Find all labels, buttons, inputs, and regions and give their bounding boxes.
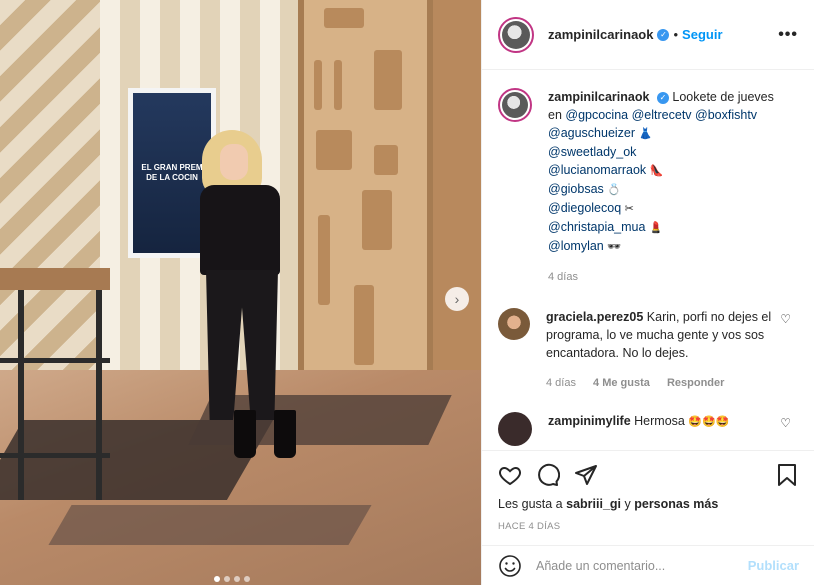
shelf-utensil bbox=[318, 215, 330, 305]
mention-link[interactable]: @lucianomarraok bbox=[548, 163, 646, 177]
post-image[interactable]: EL GRAN PREM DE LA COCIN › bbox=[0, 0, 481, 585]
floor-pattern bbox=[48, 505, 372, 545]
like-comment-heart-icon[interactable]: ♡ bbox=[780, 312, 791, 326]
header-username[interactable]: zampinilcarinaok bbox=[548, 27, 653, 42]
sunglasses-emoji: 🕶 bbox=[607, 240, 622, 253]
caption: zampinilcarinaok ✓ Lookete de jueves en … bbox=[498, 88, 799, 286]
carousel-dot bbox=[214, 576, 220, 582]
heart-icon[interactable] bbox=[498, 463, 522, 487]
studio-table bbox=[0, 268, 110, 508]
ring-emoji: 💍 bbox=[607, 183, 621, 196]
shelf-kettle bbox=[374, 50, 402, 110]
mention-link[interactable]: @gpcocina bbox=[565, 108, 628, 122]
scissors-emoji: ✂ bbox=[624, 202, 634, 215]
shelf-pot bbox=[324, 8, 364, 28]
mention-link[interactable]: @christapia_mua bbox=[548, 220, 645, 234]
shelf-spoon bbox=[354, 285, 374, 365]
chevron-right-icon: › bbox=[454, 291, 460, 307]
publish-button[interactable]: Publicar bbox=[748, 558, 799, 573]
follow-button[interactable]: Seguir bbox=[682, 27, 722, 42]
shelf-glass bbox=[334, 60, 342, 110]
avatar[interactable] bbox=[498, 308, 530, 340]
emoji-picker-icon[interactable] bbox=[498, 554, 522, 578]
lipstick-emoji: 💄 bbox=[648, 221, 663, 234]
caption-username[interactable]: zampinilcarinaok bbox=[548, 90, 649, 104]
caption-time[interactable]: 4 días bbox=[548, 271, 578, 283]
mention-link[interactable]: @eltrecetv bbox=[632, 108, 692, 122]
comments-list[interactable]: zampinilcarinaok ✓ Lookete de jueves en … bbox=[482, 70, 814, 450]
comment-icon[interactable] bbox=[536, 463, 560, 487]
person-figure bbox=[190, 130, 300, 470]
comment-username[interactable]: zampinimylife bbox=[548, 414, 631, 428]
mention-link[interactable]: @giobsas bbox=[548, 182, 604, 196]
add-comment-bar: Publicar bbox=[482, 545, 814, 585]
avatar[interactable] bbox=[498, 88, 532, 122]
carousel-indicator bbox=[214, 576, 250, 582]
shelf-glass bbox=[314, 60, 322, 110]
verified-icon: ✓ bbox=[657, 28, 670, 41]
like-comment-heart-icon[interactable]: ♡ bbox=[780, 416, 791, 430]
dress-emoji: 👗 bbox=[638, 127, 653, 140]
likes-summary: Les gusta a sabriii_gi y personas más bbox=[498, 497, 799, 511]
share-icon[interactable] bbox=[574, 463, 598, 487]
shelf-bag bbox=[316, 130, 352, 170]
comment-time[interactable]: 4 días bbox=[546, 377, 576, 389]
more-options-icon[interactable]: ••• bbox=[778, 26, 798, 44]
shelf-mitten bbox=[362, 190, 392, 250]
mention-link[interactable]: @diegolecoq bbox=[548, 201, 621, 215]
verified-icon: ✓ bbox=[656, 91, 669, 104]
comment-item: zampinimylife Hermosa 🤩🤩🤩 ♡ bbox=[498, 412, 799, 446]
avatar[interactable] bbox=[498, 16, 534, 53]
post-actions: Les gusta a sabriii_gi y personas más HA… bbox=[482, 450, 814, 532]
separator-dot: • bbox=[673, 27, 679, 42]
mention-link[interactable]: @lomylan bbox=[548, 239, 604, 253]
heel-emoji: 👠 bbox=[649, 164, 664, 177]
kitchen-shelf-wall bbox=[298, 0, 433, 395]
caption-meta: 4 días bbox=[548, 268, 778, 286]
comment-username[interactable]: graciela.perez05 bbox=[546, 310, 643, 324]
carousel-dot bbox=[244, 576, 250, 582]
comment-likes[interactable]: 4 Me gusta bbox=[593, 377, 650, 389]
likes-prefix: Les gusta a bbox=[498, 497, 563, 511]
avatar[interactable] bbox=[498, 412, 532, 446]
likes-user-link[interactable]: sabriii_gi bbox=[566, 497, 621, 511]
carousel-dot bbox=[234, 576, 240, 582]
comment-text: Hermosa bbox=[634, 414, 685, 428]
reply-button[interactable]: Responder bbox=[667, 377, 724, 389]
bookmark-icon[interactable] bbox=[775, 463, 799, 487]
mention-link[interactable]: @boxfishtv bbox=[695, 108, 757, 122]
post-side-panel: zampinilcarinaok ✓ • Seguir ••• zampinil… bbox=[481, 0, 814, 585]
post-timestamp[interactable]: HACE 4 DÍAS bbox=[498, 521, 799, 532]
carousel-dot bbox=[224, 576, 230, 582]
set-wall-far bbox=[433, 0, 481, 420]
comment-item: graciela.perez05 Karin, porfi no dejes e… bbox=[498, 308, 799, 392]
likes-mid: y bbox=[624, 497, 631, 511]
star-eyes-emoji: 🤩🤩🤩 bbox=[688, 415, 730, 428]
comment-meta: 4 días 4 Me gusta Responder bbox=[546, 374, 776, 392]
likes-others-link[interactable]: personas más bbox=[634, 497, 718, 511]
comment-input[interactable] bbox=[536, 558, 748, 573]
mention-link[interactable]: @sweetlady_ok bbox=[548, 145, 636, 159]
mention-link[interactable]: @aguschueizer bbox=[548, 126, 635, 140]
next-image-button[interactable]: › bbox=[445, 287, 469, 311]
post-header: zampinilcarinaok ✓ • Seguir ••• bbox=[482, 0, 814, 70]
shelf-funnel bbox=[374, 145, 398, 175]
